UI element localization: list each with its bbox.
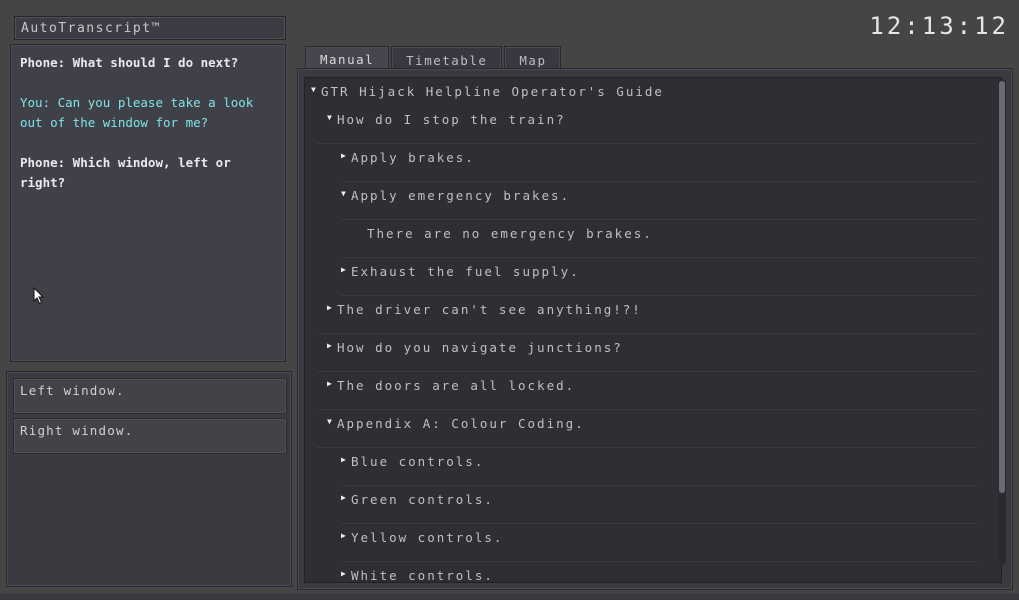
manual-tree-item[interactable]: ▼ Apply emergency brakes. [341, 182, 977, 220]
manual-tree-item[interactable]: ▶ Blue controls. [341, 448, 977, 486]
option-left-window[interactable]: Left window. [13, 378, 287, 414]
option-right-window[interactable]: Right window. [13, 418, 287, 454]
manual-tree-item-label: The doors are all locked. [337, 378, 576, 393]
manual-tree-item[interactable]: ▶ Yellow controls. [341, 524, 977, 562]
manual-tree-item-label: Exhaust the fuel supply. [351, 264, 580, 279]
manual-scrollbar[interactable] [998, 79, 1006, 565]
expanded-triangle-icon[interactable]: ▼ [311, 83, 321, 97]
transcript-messages: Phone: What should I do next? You: Can y… [11, 45, 285, 221]
manual-tree-item-label: The driver can't see anything!?! [337, 302, 642, 317]
collapsed-triangle-icon[interactable]: ▶ [341, 149, 351, 163]
reply-options-panel: Left window. Right window. [6, 371, 292, 587]
transcript-message-you: You: Can you please take a look out of t… [20, 95, 254, 130]
manual-tree-item-label: How do you navigate junctions? [337, 340, 623, 355]
transcript-message-phone: Phone: Which window, left or right? [20, 155, 231, 190]
manual-tree-item[interactable]: ▼ Appendix A: Colour Coding. [317, 410, 977, 448]
manual-tree-item[interactable]: ▶ Apply brakes. [341, 144, 977, 182]
transcript-message-phone: Phone: What should I do next? [20, 55, 239, 70]
collapsed-triangle-icon[interactable]: ▶ [327, 377, 337, 391]
transcript-panel: Phone: What should I do next? You: Can y… [10, 44, 286, 362]
manual-tree-item-label: Yellow controls. [351, 530, 504, 545]
manual-tree-item-label: Appendix A: Colour Coding. [337, 416, 585, 431]
collapsed-triangle-icon[interactable]: ▶ [341, 453, 351, 467]
manual-tree-item[interactable]: There are no emergency brakes. [341, 220, 977, 258]
manual-tree-item-label: GTR Hijack Helpline Operator's Guide [321, 84, 664, 99]
mouse-cursor-icon [33, 287, 45, 305]
collapsed-triangle-icon[interactable]: ▶ [341, 263, 351, 277]
expanded-triangle-icon[interactable]: ▼ [327, 415, 337, 429]
manual-tree-item[interactable]: ▼ How do I stop the train? [317, 106, 977, 144]
manual-tree-item-label: Apply brakes. [351, 150, 475, 165]
manual-tree: ▼ GTR Hijack Helpline Operator's Guide ▼ Ho… [304, 77, 1002, 583]
tab-timetable[interactable]: Timetable [391, 46, 503, 70]
manual-panel: ▼ GTR Hijack Helpline Operator's Guide ▼ Ho… [297, 68, 1013, 590]
manual-tree-item-label: There are no emergency brakes. [367, 226, 653, 241]
tab-bar: Manual Timetable Map [305, 46, 563, 70]
manual-tree-item[interactable]: ▶ Exhaust the fuel supply. [341, 258, 977, 296]
manual-tree-item[interactable]: ▶ White controls. [341, 562, 977, 583]
bottom-strip [0, 594, 1019, 600]
manual-tree-item-label: Green controls. [351, 492, 494, 507]
scrollbar-thumb[interactable] [999, 81, 1005, 493]
manual-tree-item-label: Blue controls. [351, 454, 485, 469]
collapsed-triangle-icon[interactable]: ▶ [327, 301, 337, 315]
manual-tree-item-label: Apply emergency brakes. [351, 188, 571, 203]
clock: 12:13:12 [869, 12, 1009, 40]
manual-tree-item[interactable]: ▶ The driver can't see anything!?! [317, 296, 977, 334]
tab-map[interactable]: Map [504, 46, 562, 70]
manual-tree-item-label: White controls. [351, 568, 494, 583]
expanded-triangle-icon[interactable]: ▼ [341, 187, 351, 201]
manual-tree-item[interactable]: ▶ Green controls. [341, 486, 977, 524]
manual-tree-item-label: How do I stop the train? [337, 112, 566, 127]
collapsed-triangle-icon[interactable]: ▶ [341, 491, 351, 505]
tab-manual[interactable]: Manual [305, 46, 390, 70]
collapsed-triangle-icon[interactable]: ▶ [341, 529, 351, 543]
collapsed-triangle-icon[interactable]: ▶ [327, 339, 337, 353]
expanded-triangle-icon[interactable]: ▼ [327, 111, 337, 125]
manual-tree-item[interactable]: ▶ How do you navigate junctions? [317, 334, 977, 372]
transcript-title: AutoTranscript™ [14, 16, 286, 40]
manual-tree-item[interactable]: ▶ The doors are all locked. [317, 372, 977, 410]
collapsed-triangle-icon[interactable]: ▶ [341, 567, 351, 581]
